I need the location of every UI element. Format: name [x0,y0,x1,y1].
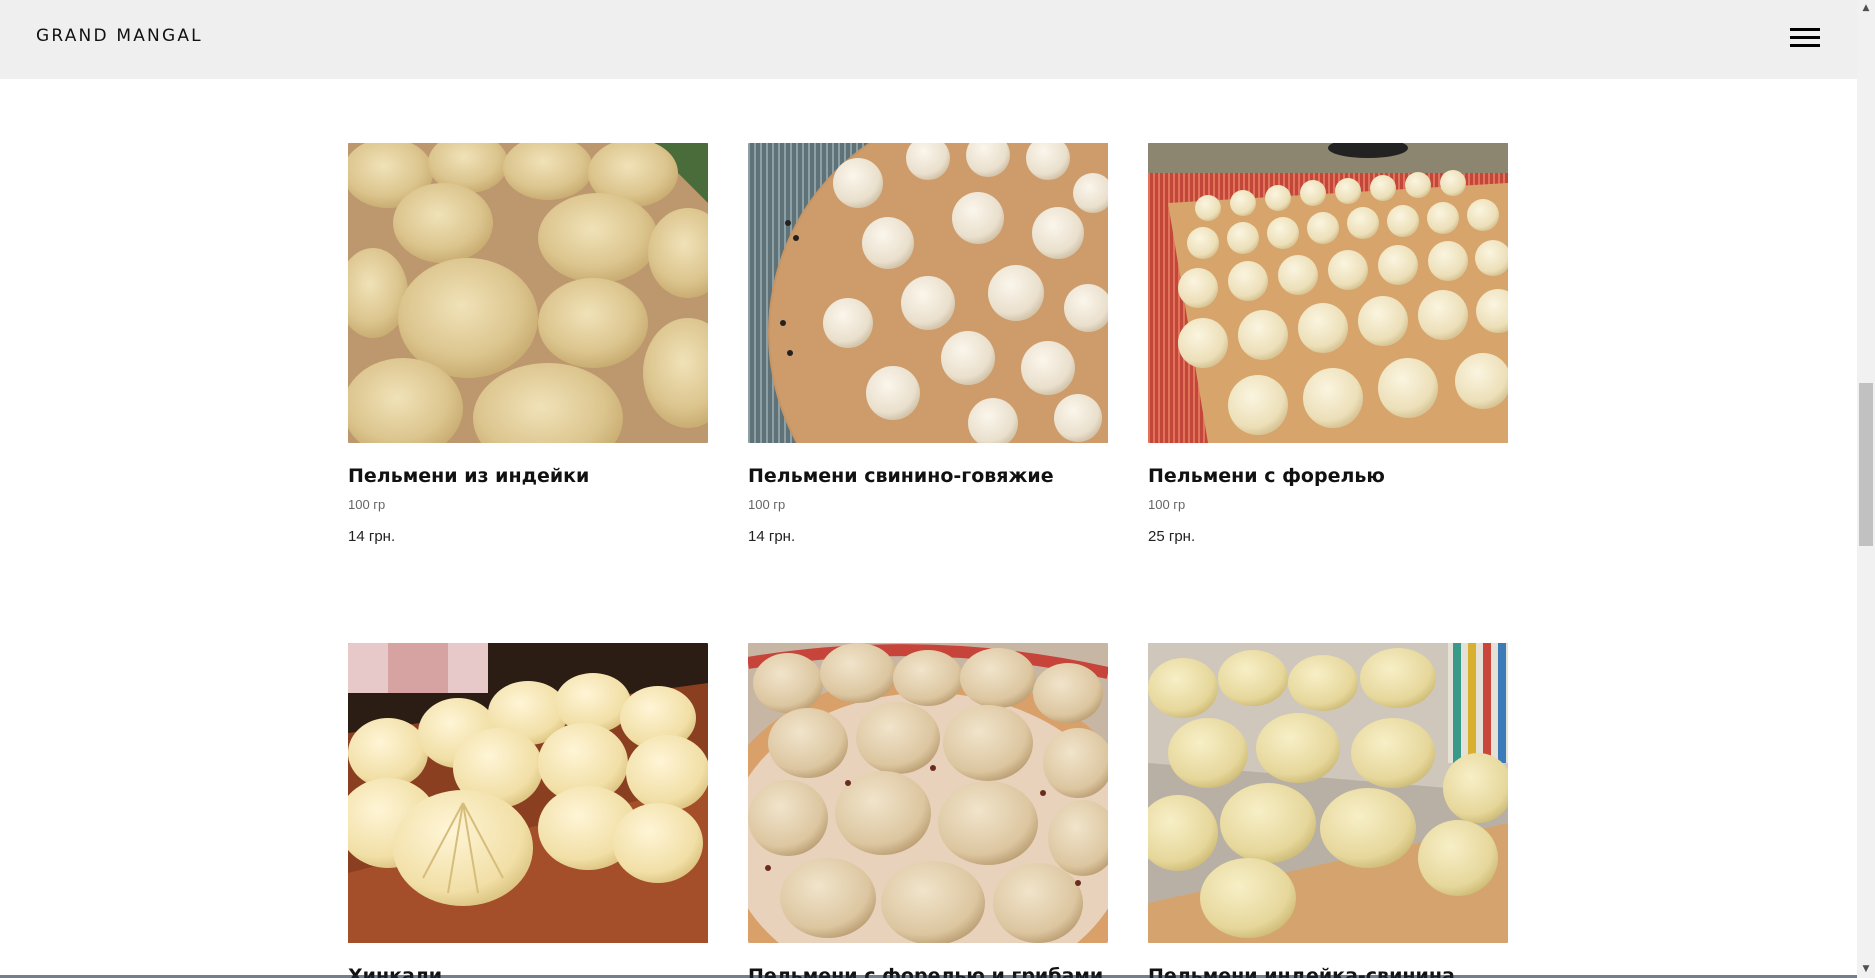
product-card[interactable]: Пельмени из индейки 100 гр 14 грн. [348,143,708,546]
product-title[interactable]: Пельмени с форелью [1148,464,1508,488]
scroll-up-arrow-icon[interactable]: ▲ [1857,0,1875,17]
product-card[interactable]: Пельмени индейка-свинина [1148,643,1508,978]
product-card[interactable]: Пельмени свинино-говяжие 100 гр 14 грн. [748,143,1108,546]
product-weight: 100 гр [348,497,386,512]
site-header: GRAND MANGAL [0,0,1857,79]
product-card[interactable]: Пельмени с форелью и грибами [748,643,1108,978]
product-image[interactable] [348,143,708,443]
product-price: 14 грн. [348,528,396,545]
page: GRAND MANGAL Пельмени из индейки 100 гр … [0,0,1875,978]
scroll-down-arrow-icon[interactable]: ▼ [1857,961,1875,978]
product-image[interactable] [348,643,708,943]
scrollbar-thumb[interactable] [1859,383,1873,546]
product-price: 14 грн. [748,528,796,545]
product-title[interactable]: Пельмени из индейки [348,464,708,488]
product-price: 25 грн. [1148,528,1196,545]
site-logo[interactable]: GRAND MANGAL [36,26,203,46]
product-card[interactable]: Хинкали [348,643,708,978]
product-image[interactable] [1148,643,1508,943]
product-weight: 100 гр [748,497,786,512]
product-weight: 100 гр [1148,497,1186,512]
vertical-scrollbar[interactable]: ▲ ▼ [1857,0,1875,978]
product-title[interactable]: Пельмени свинино-говяжие [748,464,1108,488]
product-image[interactable] [748,143,1108,443]
hamburger-menu-icon[interactable] [1790,27,1820,49]
product-image[interactable] [748,643,1108,943]
product-card[interactable]: Пельмени с форелью 100 гр 25 грн. [1148,143,1508,546]
product-image[interactable] [1148,143,1508,443]
